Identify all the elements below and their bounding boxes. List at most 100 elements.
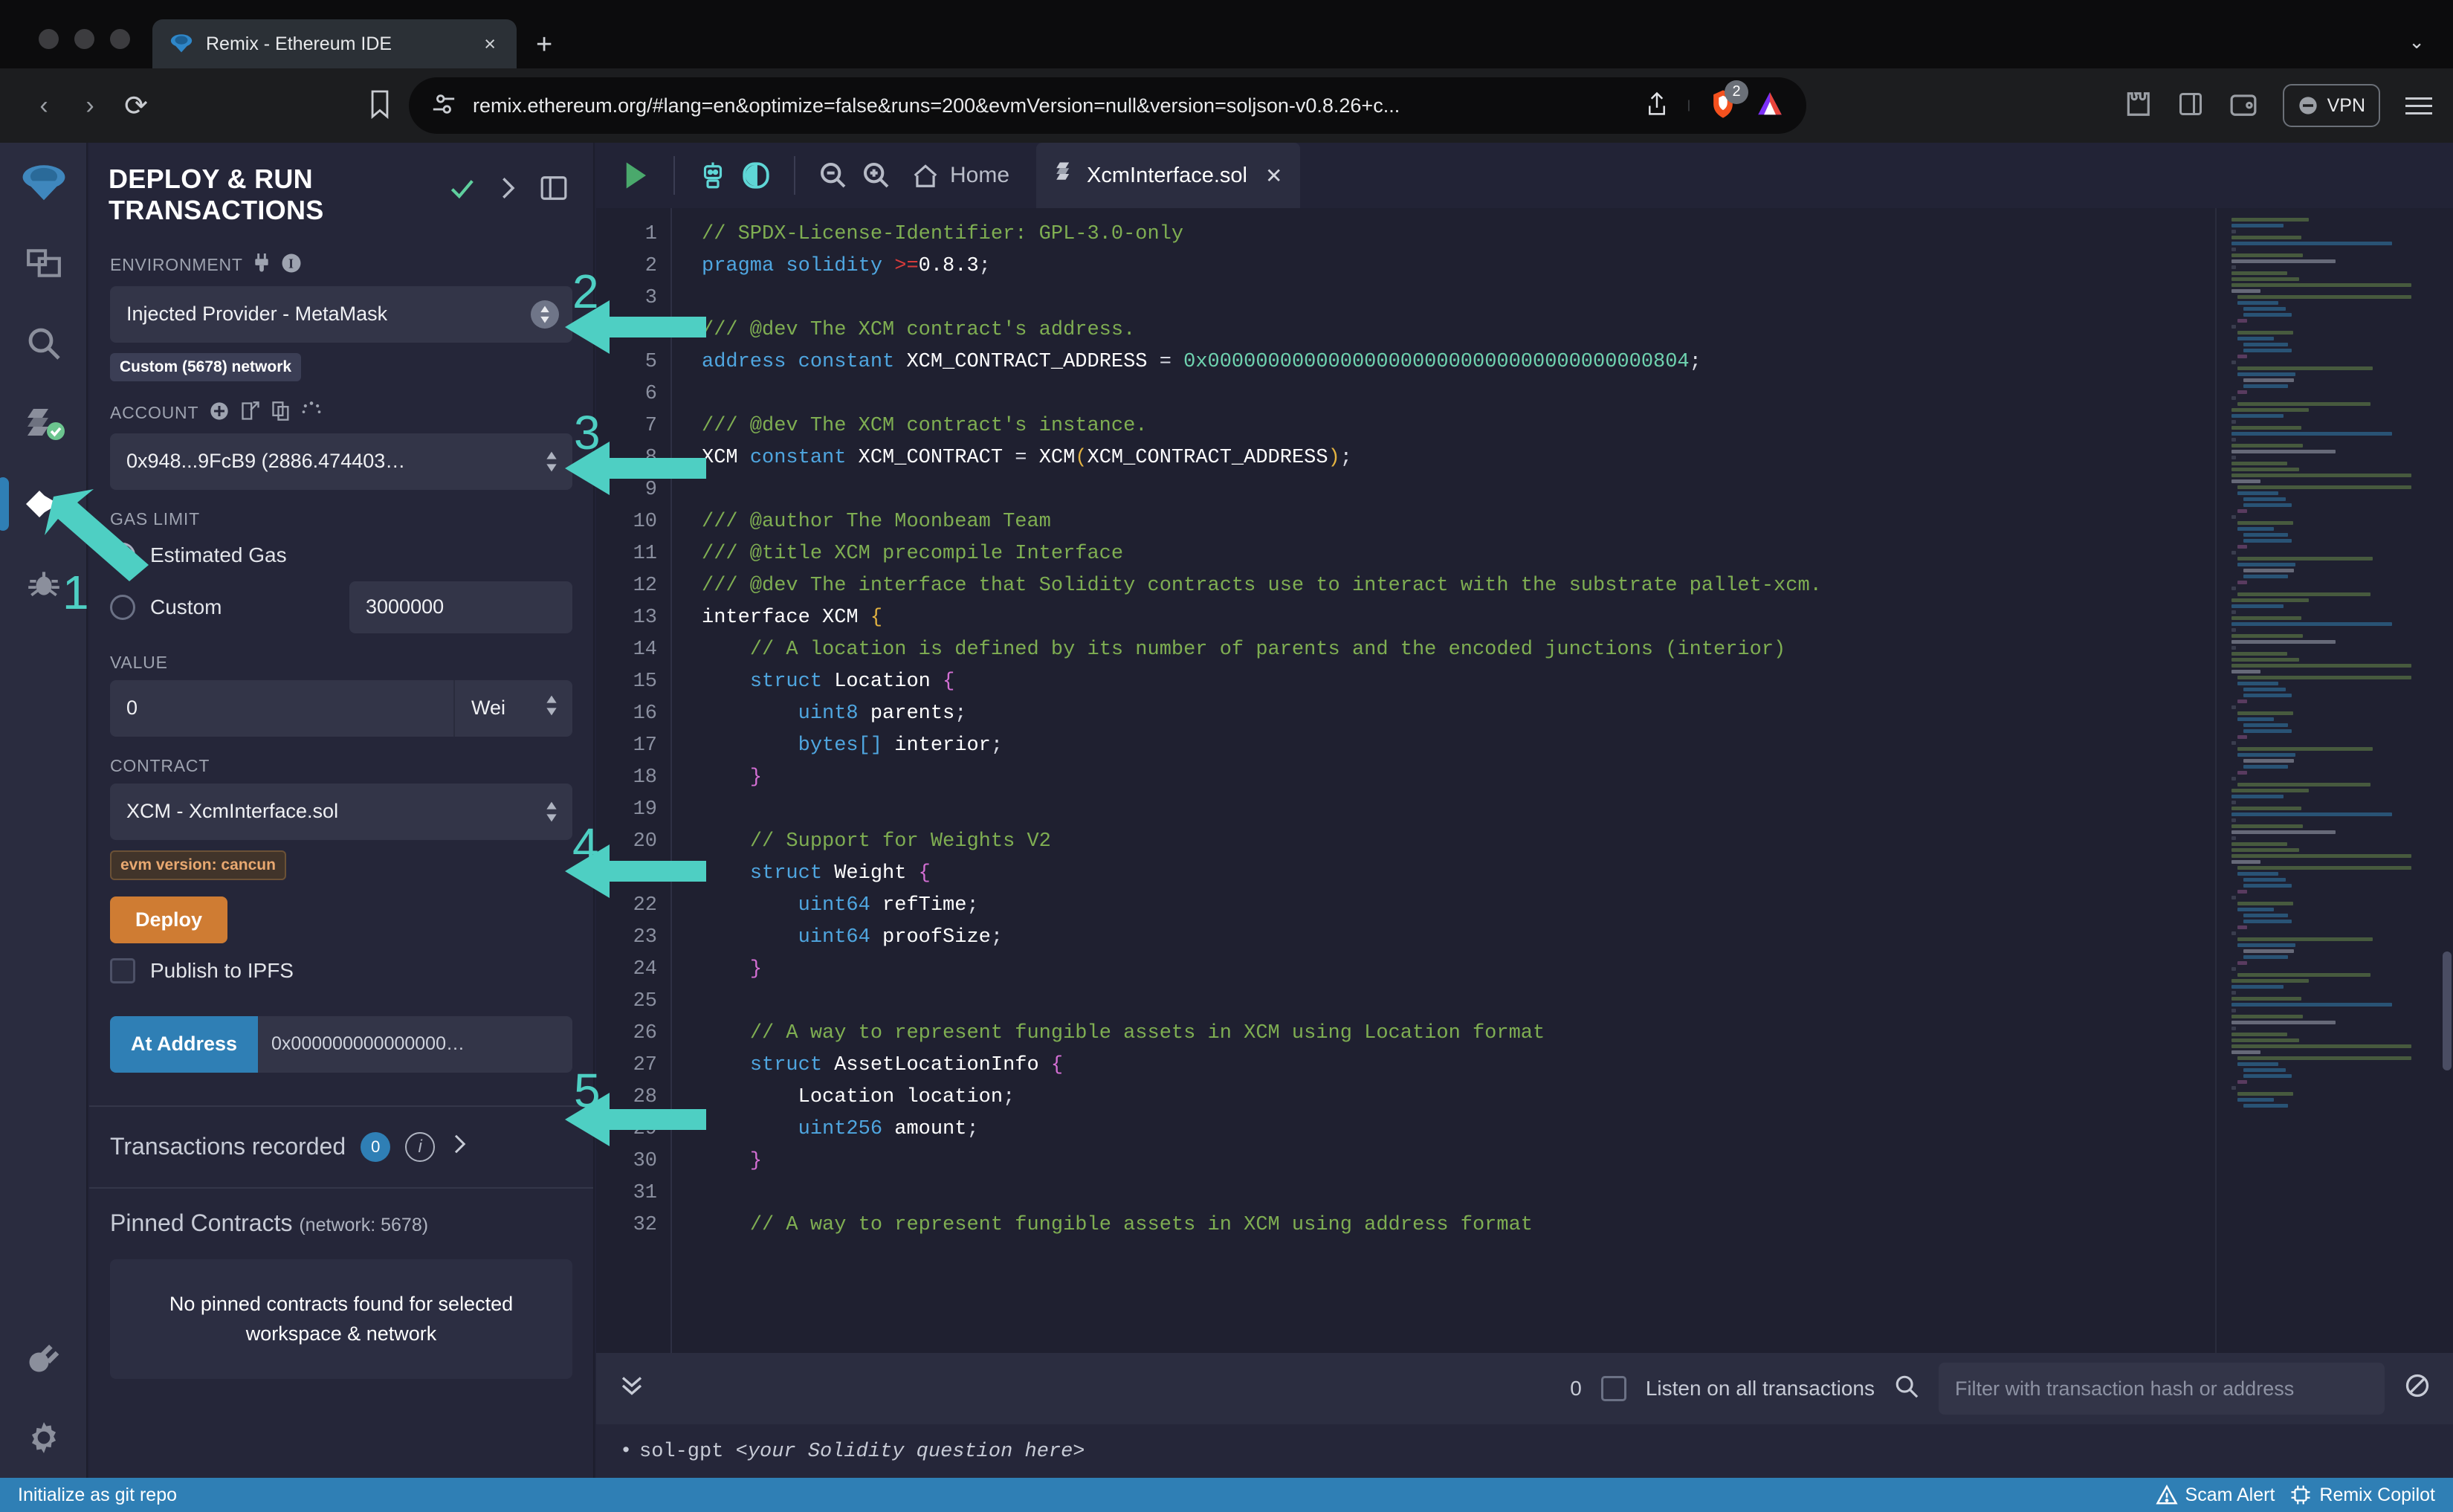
- code-line[interactable]: uint256 amount;: [702, 1114, 2453, 1146]
- code-line[interactable]: // A location is defined by its number o…: [702, 634, 2453, 666]
- code-line[interactable]: /// @author The Moonbeam Team: [702, 506, 2453, 538]
- sidebar-item-solidity-compiler[interactable]: [0, 384, 88, 464]
- code-line[interactable]: /// @dev The XCM contract's address.: [702, 314, 2453, 346]
- sidebar-toggle-icon[interactable]: [2177, 91, 2204, 121]
- code-line[interactable]: // A way to represent fungible assets in…: [702, 1209, 2453, 1241]
- chevron-right-icon[interactable]: [450, 1133, 469, 1161]
- site-settings-icon[interactable]: [431, 91, 456, 120]
- transaction-filter-input[interactable]: Filter with transaction hash or address: [1939, 1363, 2385, 1415]
- remix-copilot-status[interactable]: Remix Copilot: [2289, 1484, 2435, 1506]
- theme-toggle-icon[interactable]: [734, 154, 778, 197]
- run-script-icon[interactable]: [614, 154, 657, 197]
- minimize-window-button[interactable]: [74, 29, 94, 49]
- chevron-updown-icon[interactable]: [544, 801, 559, 823]
- brave-shields-icon[interactable]: 2: [1710, 80, 1748, 123]
- code-line[interactable]: bytes[] interior;: [702, 730, 2453, 762]
- code-line[interactable]: }: [702, 762, 2453, 794]
- info-icon[interactable]: i: [405, 1131, 436, 1162]
- chevron-updown-icon[interactable]: [544, 694, 559, 722]
- code-line[interactable]: interface XCM {: [702, 602, 2453, 634]
- code-minimap[interactable]: [2215, 208, 2453, 1353]
- window-traffic-lights[interactable]: [0, 29, 130, 68]
- panel-layout-icon[interactable]: [540, 174, 568, 206]
- code-line[interactable]: /// @title XCM precompile Interface: [702, 538, 2453, 570]
- code-line[interactable]: struct AssetLocationInfo {: [702, 1050, 2453, 1082]
- code-line[interactable]: // Support for Weights V2: [702, 826, 2453, 858]
- forward-button[interactable]: ›: [67, 83, 113, 129]
- collapse-terminal-icon[interactable]: [618, 1374, 645, 1403]
- ai-robot-icon[interactable]: [691, 154, 734, 197]
- code-line[interactable]: uint64 proofSize;: [702, 922, 2453, 954]
- code-line[interactable]: pragma solidity >=0.8.3;: [702, 251, 2453, 282]
- browser-tab-remix[interactable]: Remix - Ethereum IDE ×: [152, 19, 517, 68]
- zoom-out-icon[interactable]: [812, 154, 855, 197]
- browser-menu-icon[interactable]: [2405, 97, 2432, 114]
- brave-leo-icon[interactable]: [1756, 90, 1784, 122]
- url-bar[interactable]: remix.ethereum.org/#lang=en&optimize=fal…: [409, 77, 1806, 134]
- clear-console-icon[interactable]: [2404, 1372, 2431, 1405]
- code-line[interactable]: Location location;: [702, 1082, 2453, 1114]
- code-line[interactable]: /// @dev The XCM contract's instance.: [702, 410, 2453, 442]
- value-unit-select[interactable]: Wei: [453, 679, 572, 737]
- deploy-button[interactable]: Deploy: [110, 896, 228, 943]
- vpn-button[interactable]: VPN: [2282, 84, 2380, 127]
- wallet-icon[interactable]: [2229, 91, 2258, 121]
- reload-button[interactable]: ⟳: [113, 83, 159, 129]
- file-tab-xcminterface[interactable]: XcmInterface.sol ✕: [1036, 143, 1301, 208]
- listen-all-transactions-checkbox[interactable]: [1600, 1376, 1626, 1401]
- edit-account-icon[interactable]: [240, 401, 261, 426]
- close-icon[interactable]: ×: [479, 31, 500, 57]
- environment-select[interactable]: Injected Provider - MetaMask: [110, 285, 572, 343]
- at-address-button[interactable]: At Address: [110, 1015, 259, 1073]
- code-line[interactable]: // A way to represent fungible assets in…: [702, 1018, 2453, 1050]
- gas-limit-input[interactable]: 3000000: [349, 581, 572, 633]
- chevron-right-icon[interactable]: [497, 175, 519, 204]
- share-icon[interactable]: [1646, 91, 1668, 120]
- copy-account-icon[interactable]: [271, 401, 291, 426]
- transactions-recorded-row[interactable]: Transactions recorded 0 i: [89, 1107, 593, 1187]
- chevron-down-icon[interactable]: ⌄: [2408, 30, 2425, 54]
- code-line[interactable]: [702, 794, 2453, 826]
- code-line[interactable]: // SPDX-License-Identifier: GPL-3.0-only: [702, 219, 2453, 251]
- zoom-in-icon[interactable]: [855, 154, 898, 197]
- bookmark-icon[interactable]: [367, 89, 392, 123]
- git-repo-status[interactable]: Initialize as git repo: [18, 1484, 177, 1506]
- code-line[interactable]: struct Location {: [702, 666, 2453, 698]
- value-input[interactable]: 0: [110, 679, 453, 737]
- code-line[interactable]: }: [702, 954, 2453, 986]
- code-lines[interactable]: // SPDX-License-Identifier: GPL-3.0-only…: [670, 208, 2453, 1353]
- code-line[interactable]: [702, 474, 2453, 506]
- extension-puzzle-icon[interactable]: [2124, 90, 2152, 122]
- back-button[interactable]: ‹: [21, 83, 67, 129]
- code-line[interactable]: XCM constant XCM_CONTRACT = XCM(XCM_CONT…: [702, 442, 2453, 474]
- code-line[interactable]: [702, 986, 2453, 1018]
- code-line[interactable]: uint8 parents;: [702, 698, 2453, 730]
- maximize-window-button[interactable]: [110, 29, 130, 49]
- code-line[interactable]: [702, 1177, 2453, 1209]
- publish-ipfs-row[interactable]: Publish to IPFS: [110, 957, 572, 983]
- sidebar-item-settings[interactable]: [0, 1398, 88, 1478]
- code-line[interactable]: /// @dev The interface that Solidity con…: [702, 570, 2453, 602]
- code-line[interactable]: }: [702, 1146, 2453, 1177]
- search-icon[interactable]: [1894, 1374, 1919, 1404]
- editor-scrollbar[interactable]: [2443, 952, 2452, 1070]
- sidebar-item-file-explorer[interactable]: [0, 223, 88, 303]
- contract-select[interactable]: XCM - XcmInterface.sol: [110, 783, 572, 840]
- remix-logo-icon[interactable]: [0, 143, 88, 223]
- code-line[interactable]: [702, 282, 2453, 314]
- code-line[interactable]: struct Weight {: [702, 858, 2453, 890]
- publish-ipfs-checkbox[interactable]: [110, 957, 135, 983]
- home-tab-button[interactable]: Home: [911, 162, 1009, 189]
- code-line[interactable]: address constant XCM_CONTRACT_ADDRESS = …: [702, 346, 2453, 378]
- sidebar-item-search[interactable]: [0, 303, 88, 384]
- close-icon[interactable]: ✕: [1265, 164, 1282, 188]
- scam-alert-status[interactable]: Scam Alert: [2155, 1484, 2275, 1506]
- info-icon[interactable]: i: [280, 252, 303, 279]
- sidebar-item-plugin-manager[interactable]: [0, 1317, 88, 1398]
- add-account-icon[interactable]: [209, 401, 230, 426]
- close-window-button[interactable]: [39, 29, 59, 49]
- code-line[interactable]: uint64 refTime;: [702, 890, 2453, 922]
- new-tab-button[interactable]: +: [536, 29, 552, 61]
- code-line[interactable]: [702, 378, 2453, 410]
- at-address-input[interactable]: 0x000000000000000…: [258, 1015, 572, 1073]
